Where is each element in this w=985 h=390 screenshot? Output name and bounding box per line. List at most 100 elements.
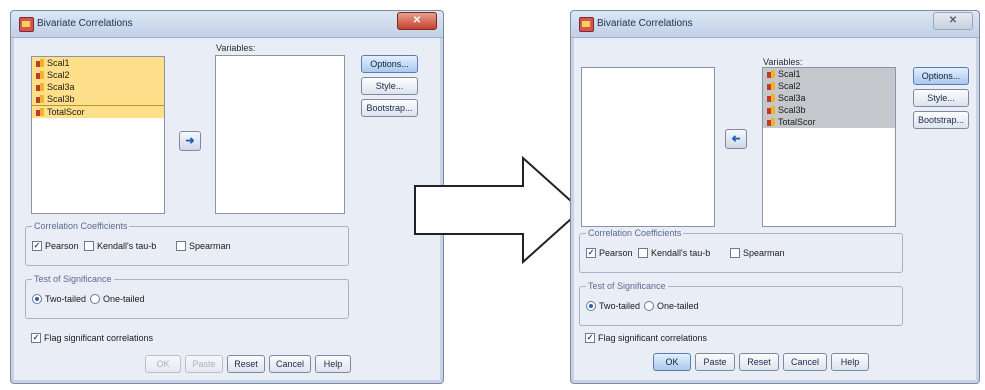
source-variable-list[interactable]: Scal1 Scal2 Scal3a Scal3b TotalScor [31, 56, 165, 214]
left-titlebar: Bivariate Correlations ✕ [11, 11, 443, 38]
move-left-arrow-button[interactable]: ➜ [725, 129, 747, 149]
radio-icon [644, 301, 654, 311]
two-tailed-radio[interactable]: Two-tailed [586, 301, 640, 311]
dialog-title: Bivariate Correlations [37, 18, 133, 29]
move-right-arrow-button[interactable]: ➜ [179, 131, 201, 151]
checkbox-checked-icon: ✓ [32, 241, 42, 251]
scale-variable-icon [36, 59, 44, 67]
cancel-button[interactable]: Cancel [269, 355, 311, 373]
scale-variable-icon [767, 70, 775, 78]
help-button[interactable]: Help [315, 355, 351, 373]
option-label: Flag significant correlations [44, 333, 154, 343]
reset-button[interactable]: Reset [739, 353, 779, 371]
list-item[interactable]: Scal2 [763, 80, 895, 92]
flag-significant-checkbox[interactable]: ✓ Flag significant correlations [585, 333, 707, 343]
scale-variable-icon [36, 83, 44, 91]
list-item[interactable]: Scal1 [32, 57, 164, 69]
app-icon [579, 17, 594, 32]
radio-selected-icon [32, 294, 42, 304]
option-label: Pearson [599, 248, 633, 258]
scale-variable-icon [36, 108, 44, 116]
variables-label: Variables: [763, 57, 803, 67]
group-title: Test of Significance [586, 281, 668, 291]
list-item[interactable]: Scal3b [763, 104, 895, 116]
option-label: Pearson [45, 241, 79, 251]
checkbox-checked-icon: ✓ [31, 333, 41, 343]
correlation-coefficients-group: Correlation Coefficients ✓ Pearson Kenda… [579, 228, 903, 273]
scale-variable-icon [36, 95, 44, 103]
one-tailed-radio[interactable]: One-tailed [644, 301, 699, 311]
list-item[interactable]: Scal3b [32, 93, 164, 105]
options-button[interactable]: Options... [913, 67, 969, 85]
close-button[interactable]: ✕ [397, 12, 437, 30]
ok-button[interactable]: OK [653, 353, 691, 371]
list-item[interactable]: TotalScor [763, 116, 895, 128]
bootstrap-button[interactable]: Bootstrap... [913, 111, 969, 129]
pearson-checkbox[interactable]: ✓ Pearson [32, 241, 79, 251]
list-item-label: Scal3a [47, 82, 75, 92]
close-button[interactable]: ✕ [933, 12, 973, 30]
source-variable-list[interactable] [581, 67, 715, 227]
spearman-checkbox[interactable]: Spearman [730, 248, 785, 258]
list-item[interactable]: Scal1 [763, 68, 895, 80]
group-title: Correlation Coefficients [32, 221, 130, 231]
list-item[interactable]: Scal3a [763, 92, 895, 104]
test-of-significance-group: Test of Significance Two-tailed One-tail… [579, 281, 903, 326]
one-tailed-radio[interactable]: One-tailed [90, 294, 145, 304]
list-item-label: Scal1 [778, 69, 801, 79]
reset-button[interactable]: Reset [227, 355, 265, 373]
options-button[interactable]: Options... [361, 55, 418, 73]
pearson-checkbox[interactable]: ✓ Pearson [586, 248, 633, 258]
scale-variable-icon [767, 82, 775, 90]
two-tailed-radio[interactable]: Two-tailed [32, 294, 86, 304]
checkbox-icon [176, 241, 186, 251]
dialog-title: Bivariate Correlations [597, 18, 693, 29]
list-item[interactable]: Scal2 [32, 69, 164, 81]
group-title: Test of Significance [32, 274, 114, 284]
option-label: Two-tailed [45, 294, 87, 304]
variables-target-list[interactable] [215, 55, 345, 214]
kendall-checkbox[interactable]: Kendall's tau-b [84, 241, 156, 251]
group-title: Correlation Coefficients [586, 228, 684, 238]
cancel-button[interactable]: Cancel [783, 353, 827, 371]
style-button[interactable]: Style... [361, 77, 418, 95]
paste-button[interactable]: Paste [185, 355, 223, 373]
transition-arrow-icon [414, 156, 583, 264]
option-label: Spearman [189, 241, 231, 251]
help-button[interactable]: Help [831, 353, 869, 371]
list-item[interactable]: TotalScor [32, 105, 164, 118]
paste-button[interactable]: Paste [695, 353, 735, 371]
scale-variable-icon [767, 118, 775, 126]
radio-selected-icon [586, 301, 596, 311]
flag-significant-checkbox[interactable]: ✓ Flag significant correlations [31, 333, 153, 343]
option-label: Spearman [743, 248, 785, 258]
ok-button[interactable]: OK [145, 355, 181, 373]
list-item-label: TotalScor [47, 107, 85, 117]
scale-variable-icon [767, 94, 775, 102]
checkbox-icon [730, 248, 740, 258]
right-dialog: Bivariate Correlations ✕ ➜ Variables: Sc… [570, 10, 980, 384]
kendall-checkbox[interactable]: Kendall's tau-b [638, 248, 710, 258]
option-label: One-tailed [103, 294, 145, 304]
spearman-checkbox[interactable]: Spearman [176, 241, 231, 251]
radio-icon [90, 294, 100, 304]
option-label: Two-tailed [599, 301, 641, 311]
checkbox-checked-icon: ✓ [586, 248, 596, 258]
checkbox-checked-icon: ✓ [585, 333, 595, 343]
checkbox-icon [638, 248, 648, 258]
list-item[interactable]: Scal3a [32, 81, 164, 93]
list-item-label: Scal1 [47, 58, 70, 68]
list-item-label: TotalScor [778, 117, 816, 127]
list-item-label: Scal3b [47, 94, 75, 104]
bootstrap-button[interactable]: Bootstrap... [361, 99, 418, 117]
style-button[interactable]: Style... [913, 89, 969, 107]
scale-variable-icon [36, 71, 44, 79]
option-label: Kendall's tau-b [97, 241, 157, 251]
variables-target-list[interactable]: Scal1 Scal2 Scal3a Scal3b TotalScor [762, 67, 896, 227]
variables-label: Variables: [216, 43, 256, 53]
test-of-significance-group: Test of Significance Two-tailed One-tail… [25, 274, 349, 319]
app-icon [19, 17, 34, 32]
correlation-coefficients-group: Correlation Coefficients ✓ Pearson Kenda… [25, 221, 349, 266]
option-label: Kendall's tau-b [651, 248, 711, 258]
right-titlebar: Bivariate Correlations ✕ [571, 11, 979, 38]
